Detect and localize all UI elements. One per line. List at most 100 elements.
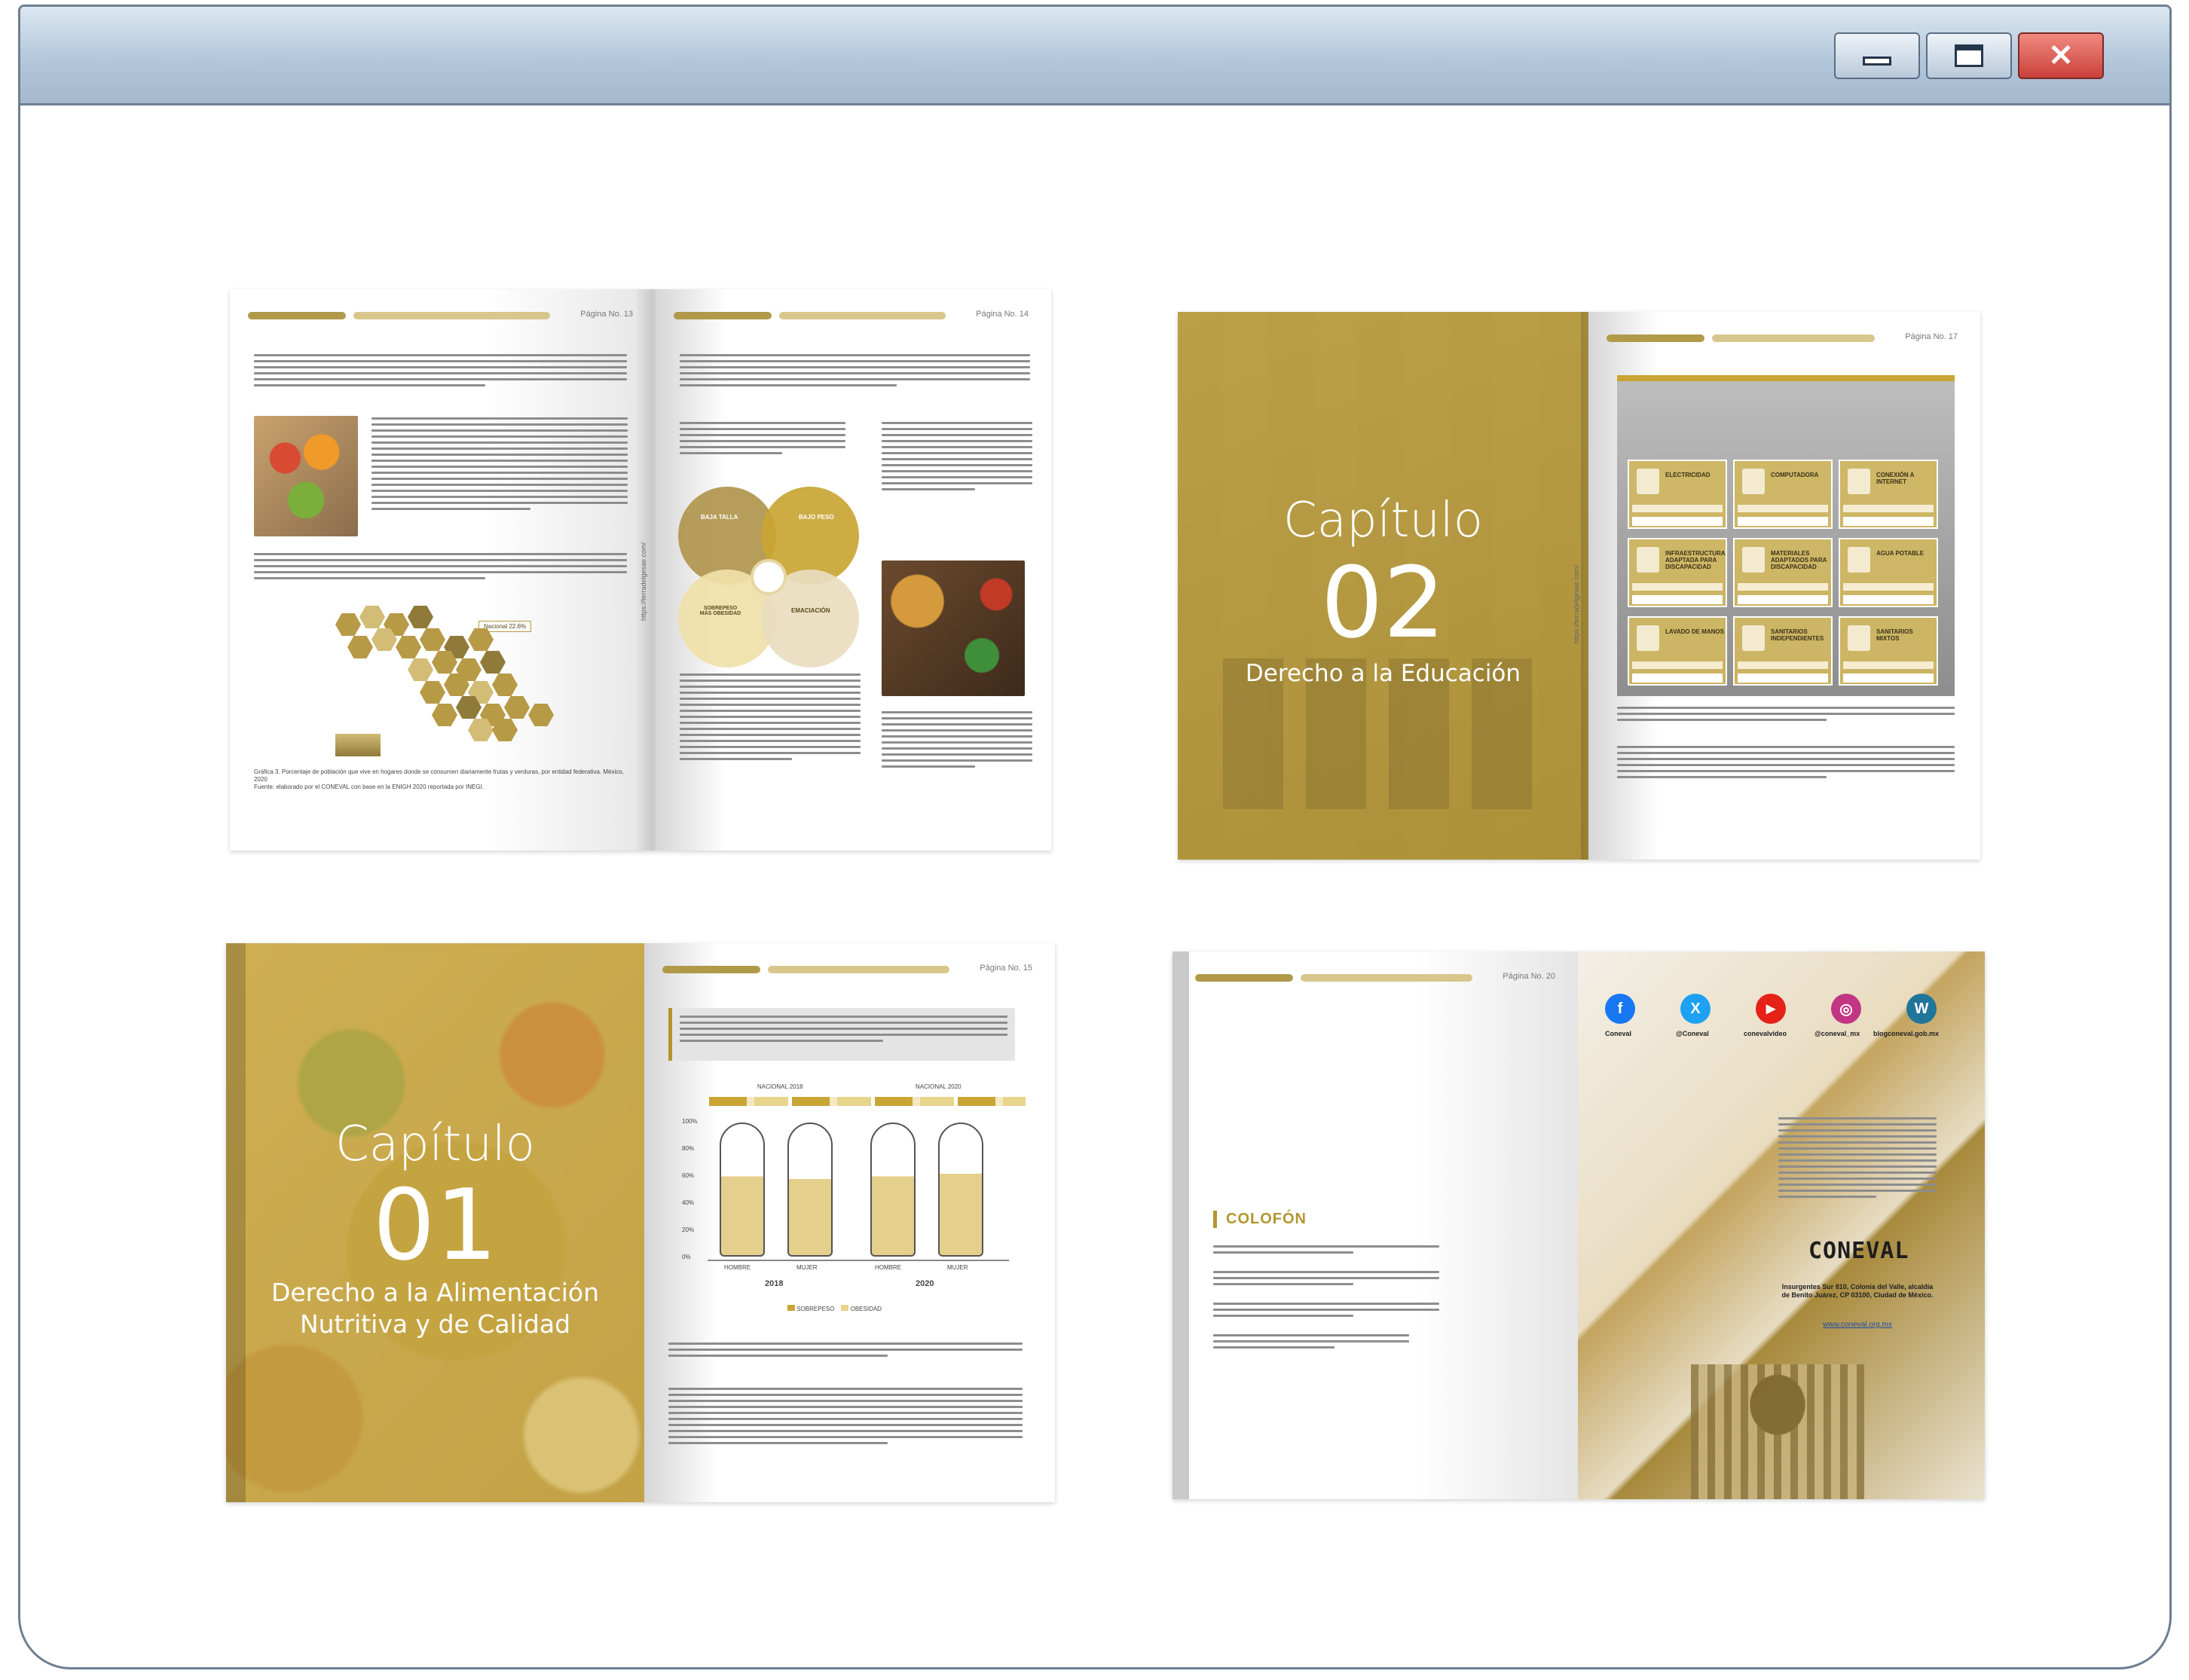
paragraph-text xyxy=(680,674,861,764)
social-label: blogconeval.gob.mx xyxy=(1873,1030,1940,1037)
page-header: Página No. 15 xyxy=(662,964,1032,975)
chapter-title-line1: Derecho a la Alimentación xyxy=(271,1278,600,1307)
venn-label-bajo-peso: BAJO PESO xyxy=(799,514,834,521)
page-header: Página No. 20 xyxy=(1195,972,1555,983)
spread-chapter-01[interactable]: Capítulo 01 Derecho a la Alimentación Nu… xyxy=(226,943,1055,1502)
minimize-icon xyxy=(1863,57,1891,66)
paragraph-text xyxy=(668,1388,1023,1448)
cell-label: CONEXIÓN A INTERNET xyxy=(1876,472,1915,485)
minimize-button[interactable] xyxy=(1834,32,1920,79)
child-icon xyxy=(751,559,787,595)
side-url: https://terradelgesae.com/ xyxy=(640,542,647,621)
nacional-2018-label: NACIONAL 2018 xyxy=(757,1083,803,1090)
person-figure xyxy=(938,1123,983,1257)
close-button[interactable]: ✕ xyxy=(2018,32,2104,79)
page-header: Página No. 14 xyxy=(674,310,1029,321)
chapter-number: 01 xyxy=(372,1168,498,1282)
chapter-number: 02 xyxy=(1320,545,1446,660)
colofon-text xyxy=(1213,1271,1439,1289)
mandate-text xyxy=(1778,1117,1937,1202)
colofon-title: COLOFÓN xyxy=(1213,1211,1307,1228)
page-number: Página No. 15 xyxy=(980,964,1032,973)
person-figure xyxy=(870,1123,916,1257)
spread-back-cover[interactable]: Página No. 20 COLOFÓN f X ▶ ◎ W Coneval … xyxy=(1172,951,1985,1499)
side-url: https://terradelgesae.com/ xyxy=(1573,564,1580,643)
chapter-word: Capítulo xyxy=(335,1116,535,1172)
person-figure xyxy=(787,1123,833,1257)
spread-pages-13-14[interactable]: Página No. 13 Nacional 22.6% Gráfica 3. … xyxy=(230,289,1051,851)
spread-chapter-02[interactable]: Capítulo 02 Derecho a la Educación https… xyxy=(1178,312,1980,860)
chapter-title: Derecho a la Educación xyxy=(1245,660,1521,687)
title-bar[interactable]: ✕ xyxy=(20,7,2169,105)
page-header: Página No. 17 xyxy=(1607,332,1958,344)
close-icon: ✕ xyxy=(2048,39,2074,72)
cell-label: ELECTRICIDAD xyxy=(1665,472,1711,478)
highlight-box xyxy=(668,1008,1015,1061)
maximize-button[interactable] xyxy=(1926,32,2012,79)
facebook-icon[interactable]: f xyxy=(1605,994,1635,1024)
page-number: Página No. 14 xyxy=(976,310,1029,319)
hex-map-scale xyxy=(335,734,381,756)
back-cover: f X ▶ ◎ W Coneval @Coneval conevalvideo … xyxy=(1578,951,1985,1499)
cell-label: MATERIALES ADAPTADOS PARA DISCAPACIDAD xyxy=(1771,550,1827,570)
paragraph-text xyxy=(680,354,1030,390)
cell-label: COMPUTADORA xyxy=(1771,472,1819,478)
chart-legend: SOBREPESO OBESIDAD xyxy=(787,1305,882,1312)
colofon-text xyxy=(1213,1303,1439,1321)
coneval-logo: CONEVAL xyxy=(1808,1238,1909,1264)
palacio-bellas-artes-illustration xyxy=(1691,1364,1864,1499)
page-number: Página No. 13 xyxy=(580,310,633,319)
instagram-icon[interactable]: ◎ xyxy=(1831,994,1861,1024)
maximize-icon xyxy=(1955,44,1983,67)
person-figure xyxy=(720,1123,765,1257)
cell-label: LAVADO DE MANOS xyxy=(1665,628,1724,635)
page-15: Página No. 15 NACIONAL 2018 NACIONAL 202… xyxy=(644,943,1055,1502)
x-twitter-icon[interactable]: X xyxy=(1680,994,1711,1024)
page-number: Página No. 17 xyxy=(1905,332,1958,341)
paragraph-text xyxy=(254,553,627,583)
social-label: @coneval_mx xyxy=(1814,1030,1860,1037)
paragraph-text xyxy=(371,417,628,514)
map-caption: Gráfica 3. Porcentaje de población que v… xyxy=(254,768,624,783)
venn-label-emaciacion: EMACIACIÓN xyxy=(791,607,830,614)
chapter-word: Capítulo xyxy=(1283,493,1483,548)
caption-lines xyxy=(668,1342,1023,1361)
social-label: Coneval xyxy=(1605,1030,1632,1037)
venn-diagram: BAJA TALLA BAJO PESO SOBREPESO MÁS OBESI… xyxy=(678,487,859,667)
social-label: conevalvideo xyxy=(1744,1030,1787,1037)
paragraph-text xyxy=(1617,746,1955,782)
wordpress-icon[interactable]: W xyxy=(1906,994,1937,1024)
nacional-badges xyxy=(709,1097,1026,1106)
page-17: Página No. 17 ELECTRICIDAD COMPUTADORA C… xyxy=(1588,312,1980,860)
school-services-infographic: ELECTRICIDAD COMPUTADORA CONEXIÓN A INTE… xyxy=(1617,375,1955,696)
paragraph-text xyxy=(882,711,1032,771)
page-14: Página No. 14 BAJA TALLA BAJO PESO SOBRE… xyxy=(656,289,1051,851)
page-13: Página No. 13 Nacional 22.6% Gráfica 3. … xyxy=(230,289,656,851)
colofon-text xyxy=(1213,1245,1439,1257)
chapter-title-line2: Nutritiva y de Calidad xyxy=(299,1309,571,1339)
address-text: Insurgentes Sur 810, Colonia del Valle, … xyxy=(1781,1283,1934,1299)
map-source: Fuente: elaborado por el CONEVAL con bas… xyxy=(254,783,485,790)
venn-label-baja-talla: BAJA TALLA xyxy=(701,514,738,521)
overweight-obesity-chart: 100% 80% 60% 40% 20% 0% HOMBRE MUJER HOM… xyxy=(682,1118,1029,1291)
colofon-text xyxy=(1213,1334,1409,1352)
hex-map-legend: Nacional 22.6% xyxy=(478,621,532,632)
chapter-01-cover: Capítulo 01 Derecho a la Alimentación Nu… xyxy=(226,943,644,1502)
left-edge-shadow xyxy=(1172,951,1189,1499)
cell-label: SANITARIOS MIXTOS xyxy=(1876,628,1913,642)
website-link[interactable]: www.coneval.org.mx xyxy=(1778,1321,1937,1329)
nacional-2020-label: NACIONAL 2020 xyxy=(916,1083,962,1090)
paragraph-text xyxy=(882,422,1032,494)
paragraph-text xyxy=(254,354,627,390)
fruit-vegetables-photo xyxy=(254,416,358,536)
cell-label: SANITARIOS INDEPENDIENTES xyxy=(1771,628,1824,642)
burger-fries-photo xyxy=(882,561,1025,696)
page-20: Página No. 20 COLOFÓN xyxy=(1172,951,1578,1499)
caption-lines xyxy=(1617,707,1955,725)
cell-label: AGUA POTABLE xyxy=(1876,550,1925,557)
youtube-icon[interactable]: ▶ xyxy=(1756,994,1786,1024)
chapter-02-cover: Capítulo 02 Derecho a la Educación xyxy=(1178,312,1588,860)
social-label: @Coneval xyxy=(1676,1030,1709,1037)
cell-label: INFRAESTRUCTURA ADAPTADA PARA DISCAPACID… xyxy=(1665,550,1726,570)
page-header: Página No. 13 xyxy=(248,310,633,321)
